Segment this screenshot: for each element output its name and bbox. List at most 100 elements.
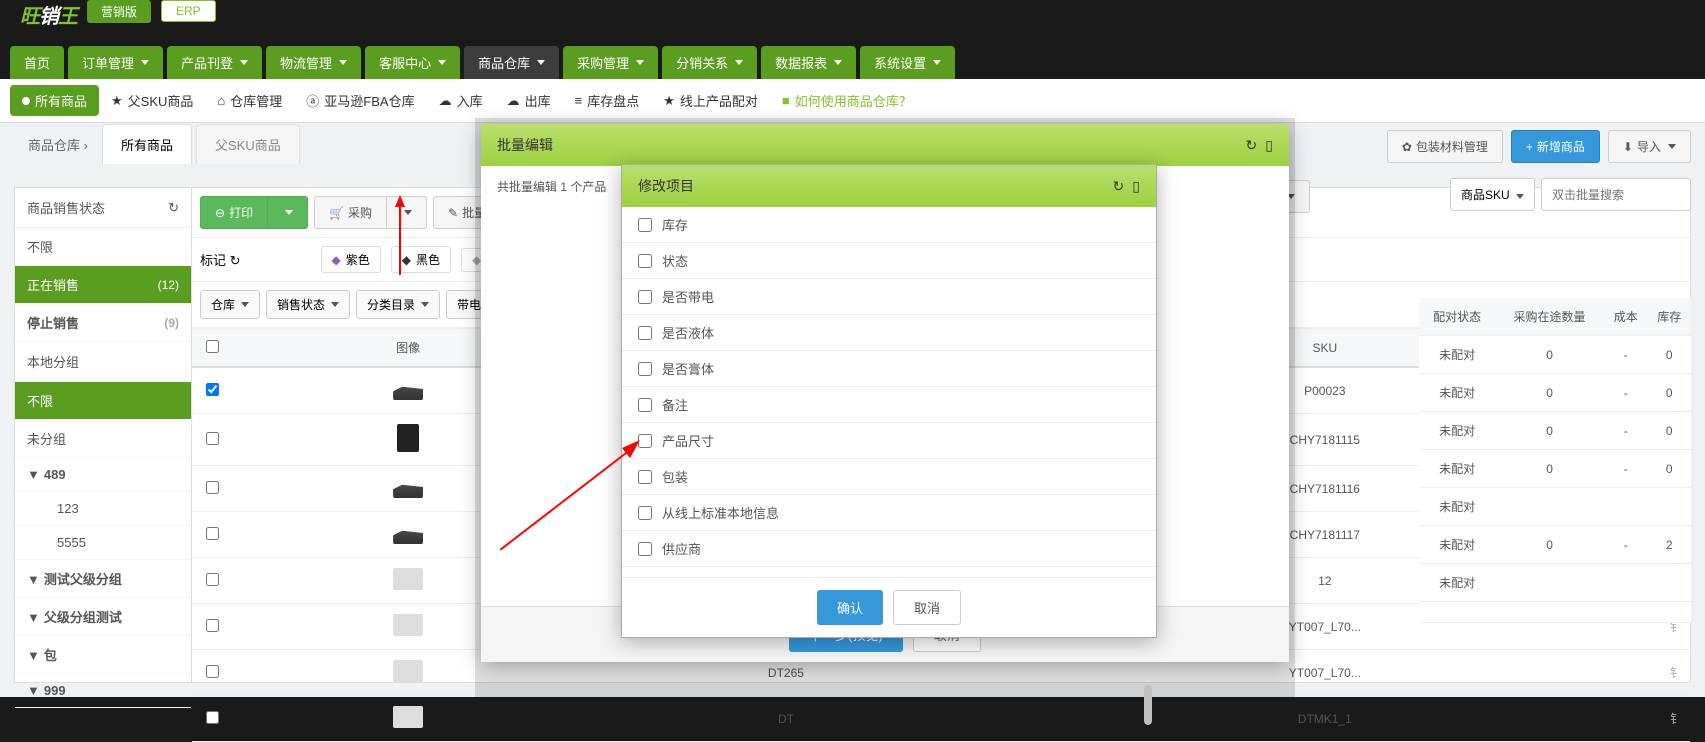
option-checkbox[interactable] xyxy=(638,506,652,520)
nav-orders[interactable]: 订单管理 xyxy=(68,46,163,79)
option-item[interactable]: 是否带电 xyxy=(622,279,1156,315)
sidebar-group-123[interactable]: 123 xyxy=(15,492,191,526)
subnav-online-match[interactable]: ★线上产品配对 xyxy=(651,85,770,116)
nav-service[interactable]: 客服中心 xyxy=(365,46,460,79)
sidebar-group-ungrouped[interactable]: 未分组 xyxy=(15,420,191,458)
option-item[interactable]: 状态 xyxy=(622,243,1156,279)
row-checkbox[interactable] xyxy=(206,527,219,540)
option-checkbox[interactable] xyxy=(638,362,652,376)
cell-qty: 0 xyxy=(1495,412,1604,450)
maximize-icon[interactable]: ▯ xyxy=(1265,137,1273,154)
purchase-dropdown[interactable] xyxy=(387,196,427,229)
option-item[interactable]: 供应商 xyxy=(622,531,1156,567)
option-checkbox[interactable] xyxy=(638,290,652,304)
option-checkbox[interactable] xyxy=(638,254,652,268)
subnav-all-products[interactable]: 所有商品 xyxy=(10,85,99,116)
row-checkbox[interactable] xyxy=(206,573,219,586)
sidebar-header-group: 本地分组 xyxy=(15,342,191,382)
nav-warehouse[interactable]: 商品仓库 xyxy=(464,46,559,79)
option-checkbox[interactable] xyxy=(638,470,652,484)
option-item[interactable]: 包装 xyxy=(622,459,1156,495)
refresh-icon[interactable]: ↻ xyxy=(168,200,179,216)
filter-status[interactable]: 销售状态 xyxy=(266,290,350,319)
table-row[interactable]: DT DTMK1_1 钅 xyxy=(192,696,1690,742)
import-btn[interactable]: ⬇ 导入 xyxy=(1608,130,1691,163)
sidebar-item-stopped[interactable]: 停止销售(9) xyxy=(15,304,191,342)
caret-icon xyxy=(285,210,293,215)
marketing-version-btn[interactable]: 营销版 xyxy=(87,0,151,23)
option-checkbox[interactable] xyxy=(638,218,652,232)
subnav-parent-sku[interactable]: ★父SKU商品 xyxy=(99,85,205,116)
option-item[interactable]: 从线上标准本地信息 xyxy=(622,495,1156,531)
row-checkbox[interactable] xyxy=(206,481,219,494)
row-checkbox[interactable] xyxy=(206,665,219,678)
option-checkbox[interactable] xyxy=(638,434,652,448)
row-checkbox[interactable] xyxy=(206,711,219,724)
option-item[interactable]: 报关价格 xyxy=(622,567,1156,577)
caret-icon xyxy=(1516,194,1524,199)
table-row: 未配对 xyxy=(1419,488,1691,526)
option-item[interactable]: 产品尺寸 xyxy=(622,423,1156,459)
tab-parent-sku[interactable]: 父SKU商品 xyxy=(196,124,300,164)
sidebar-group-5555[interactable]: 5555 xyxy=(15,526,191,560)
select-all-checkbox[interactable] xyxy=(206,340,219,353)
option-label: 备注 xyxy=(662,395,688,414)
product-thumb xyxy=(393,568,423,590)
tab-all-products[interactable]: 所有商品 xyxy=(102,124,192,164)
refresh-icon[interactable]: ↻ xyxy=(1246,137,1258,154)
cloud-out-icon: ☁ xyxy=(507,93,520,109)
print-btn[interactable]: ⊖ 打印 xyxy=(200,196,268,229)
sidebar-group-999[interactable]: ▼999 xyxy=(15,674,191,708)
row-checkbox[interactable] xyxy=(206,619,219,632)
confirm-btn[interactable]: 确认 xyxy=(817,590,883,625)
material-mgmt-btn[interactable]: ✿包装材料管理 xyxy=(1387,130,1503,163)
subnav-help[interactable]: ■如何使用商品仓库？ xyxy=(770,85,924,116)
sidebar-group-test2[interactable]: ▼父级分组测试 xyxy=(15,598,191,636)
maximize-icon[interactable]: ▯ xyxy=(1132,178,1140,195)
search-type-select[interactable]: 商品SKU xyxy=(1450,178,1535,211)
purchase-btn[interactable]: 🛒 采购 xyxy=(314,196,387,229)
option-item[interactable]: 是否膏体 xyxy=(622,351,1156,387)
nav-products[interactable]: 产品刊登 xyxy=(167,46,262,79)
subnav-warehouse-mgmt[interactable]: ⌂仓库管理 xyxy=(205,85,294,116)
option-item[interactable]: 备注 xyxy=(622,387,1156,423)
subnav-inbound[interactable]: ☁入库 xyxy=(427,85,495,116)
add-product-btn[interactable]: + 新增商品 xyxy=(1511,130,1600,163)
row-checkbox[interactable] xyxy=(206,432,219,445)
sidebar-group-489[interactable]: ▼489 xyxy=(15,458,191,492)
modal2-cancel-btn[interactable]: 取消 xyxy=(893,590,961,625)
option-checkbox[interactable] xyxy=(638,398,652,412)
table-row: 未配对 xyxy=(1419,564,1691,602)
sidebar-group-bag[interactable]: ▼包 xyxy=(15,636,191,674)
refresh-icon[interactable]: ↻ xyxy=(1113,178,1125,195)
nav-logistics[interactable]: 物流管理 xyxy=(266,46,361,79)
sidebar-group-test1[interactable]: ▼测试父级分组 xyxy=(15,560,191,598)
sidebar-item-all[interactable]: 不限 xyxy=(15,228,191,266)
option-item[interactable]: 库存 xyxy=(622,207,1156,243)
nav-purchase[interactable]: 采购管理 xyxy=(563,46,658,79)
option-item[interactable]: 是否液体 xyxy=(622,315,1156,351)
sidebar-item-selling[interactable]: 正在销售(12) xyxy=(15,266,191,304)
subnav-amazon-fba[interactable]: ⓐ亚马逊FBA仓库 xyxy=(294,85,426,116)
nav-distribution[interactable]: 分销关系 xyxy=(662,46,757,79)
print-dropdown[interactable] xyxy=(268,196,308,229)
subnav-outbound[interactable]: ☁出库 xyxy=(495,85,563,116)
erp-btn[interactable]: ERP xyxy=(161,0,216,22)
tag-purple[interactable]: ◆紫色 xyxy=(321,246,381,273)
nav-reports[interactable]: 数据报表 xyxy=(761,46,856,79)
row-checkbox[interactable] xyxy=(206,383,219,396)
subnav-inventory[interactable]: ≡库存盘点 xyxy=(563,85,652,116)
caret-icon xyxy=(537,60,545,65)
option-checkbox[interactable] xyxy=(638,542,652,556)
breadcrumb[interactable]: 商品仓库 › xyxy=(14,125,102,164)
option-checkbox[interactable] xyxy=(638,326,652,340)
nav-settings[interactable]: 系统设置 xyxy=(860,46,955,79)
sidebar-group-all[interactable]: 不限 xyxy=(15,382,191,420)
nav-home[interactable]: 首页 xyxy=(10,46,64,79)
tag-black[interactable]: ◆黑色 xyxy=(391,246,451,273)
table-row: 未配对 0 - 0 xyxy=(1419,450,1691,488)
filter-warehouse[interactable]: 仓库 xyxy=(200,290,260,319)
star-icon: ★ xyxy=(111,93,123,109)
search-input[interactable] xyxy=(1541,178,1691,211)
filter-category[interactable]: 分类目录 xyxy=(356,290,440,319)
